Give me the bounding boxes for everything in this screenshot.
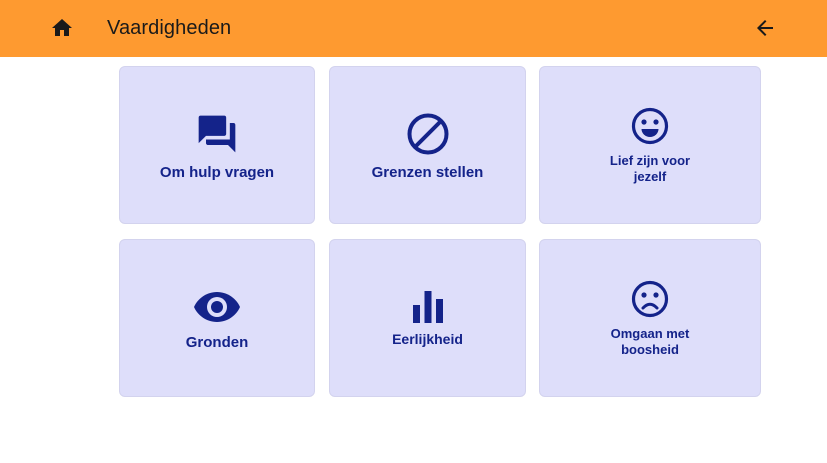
home-button[interactable] [48, 14, 76, 42]
skill-label: Eerlijkheid [392, 331, 463, 347]
skill-label-line: Lief zijn voor [609, 153, 691, 168]
skill-card-grenzen-stellen[interactable]: Grenzen stellen [329, 66, 526, 224]
skill-label-line: jezelf [633, 169, 667, 184]
sad-face-icon [631, 280, 669, 318]
skill-card-gronden[interactable]: Gronden [119, 239, 315, 397]
block-icon [406, 112, 450, 156]
app-bar: Vaardigheden [0, 0, 827, 57]
page-title: Vaardigheden [107, 17, 232, 39]
arrow-back-icon [757, 20, 773, 36]
skill-label: Grenzen stellen [371, 164, 484, 181]
back-button[interactable] [751, 14, 779, 42]
skill-label-line: Omgaan met [610, 326, 690, 341]
home-icon [52, 19, 72, 36]
skill-label: Omgaan met boosheid [611, 326, 690, 358]
skill-label: Gronden [185, 334, 249, 351]
skill-label: Lief zijn voor jezelf [610, 153, 690, 185]
bar-chart-icon [412, 291, 444, 323]
chat-bubbles-icon [194, 112, 240, 156]
skill-card-omgaan-met-boosheid[interactable]: Omgaan met boosheid [539, 239, 761, 397]
skill-card-om-hulp-vragen[interactable]: Om hulp vragen [119, 66, 315, 224]
skill-card-eerlijkheid[interactable]: Eerlijkheid [329, 239, 526, 397]
smiley-icon [631, 107, 669, 145]
skill-label-line: boosheid [621, 342, 679, 357]
eye-icon [193, 290, 241, 324]
skill-label: Om hulp vragen [159, 164, 275, 181]
skill-card-lief-zijn-voor-jezelf[interactable]: Lief zijn voor jezelf [539, 66, 761, 224]
